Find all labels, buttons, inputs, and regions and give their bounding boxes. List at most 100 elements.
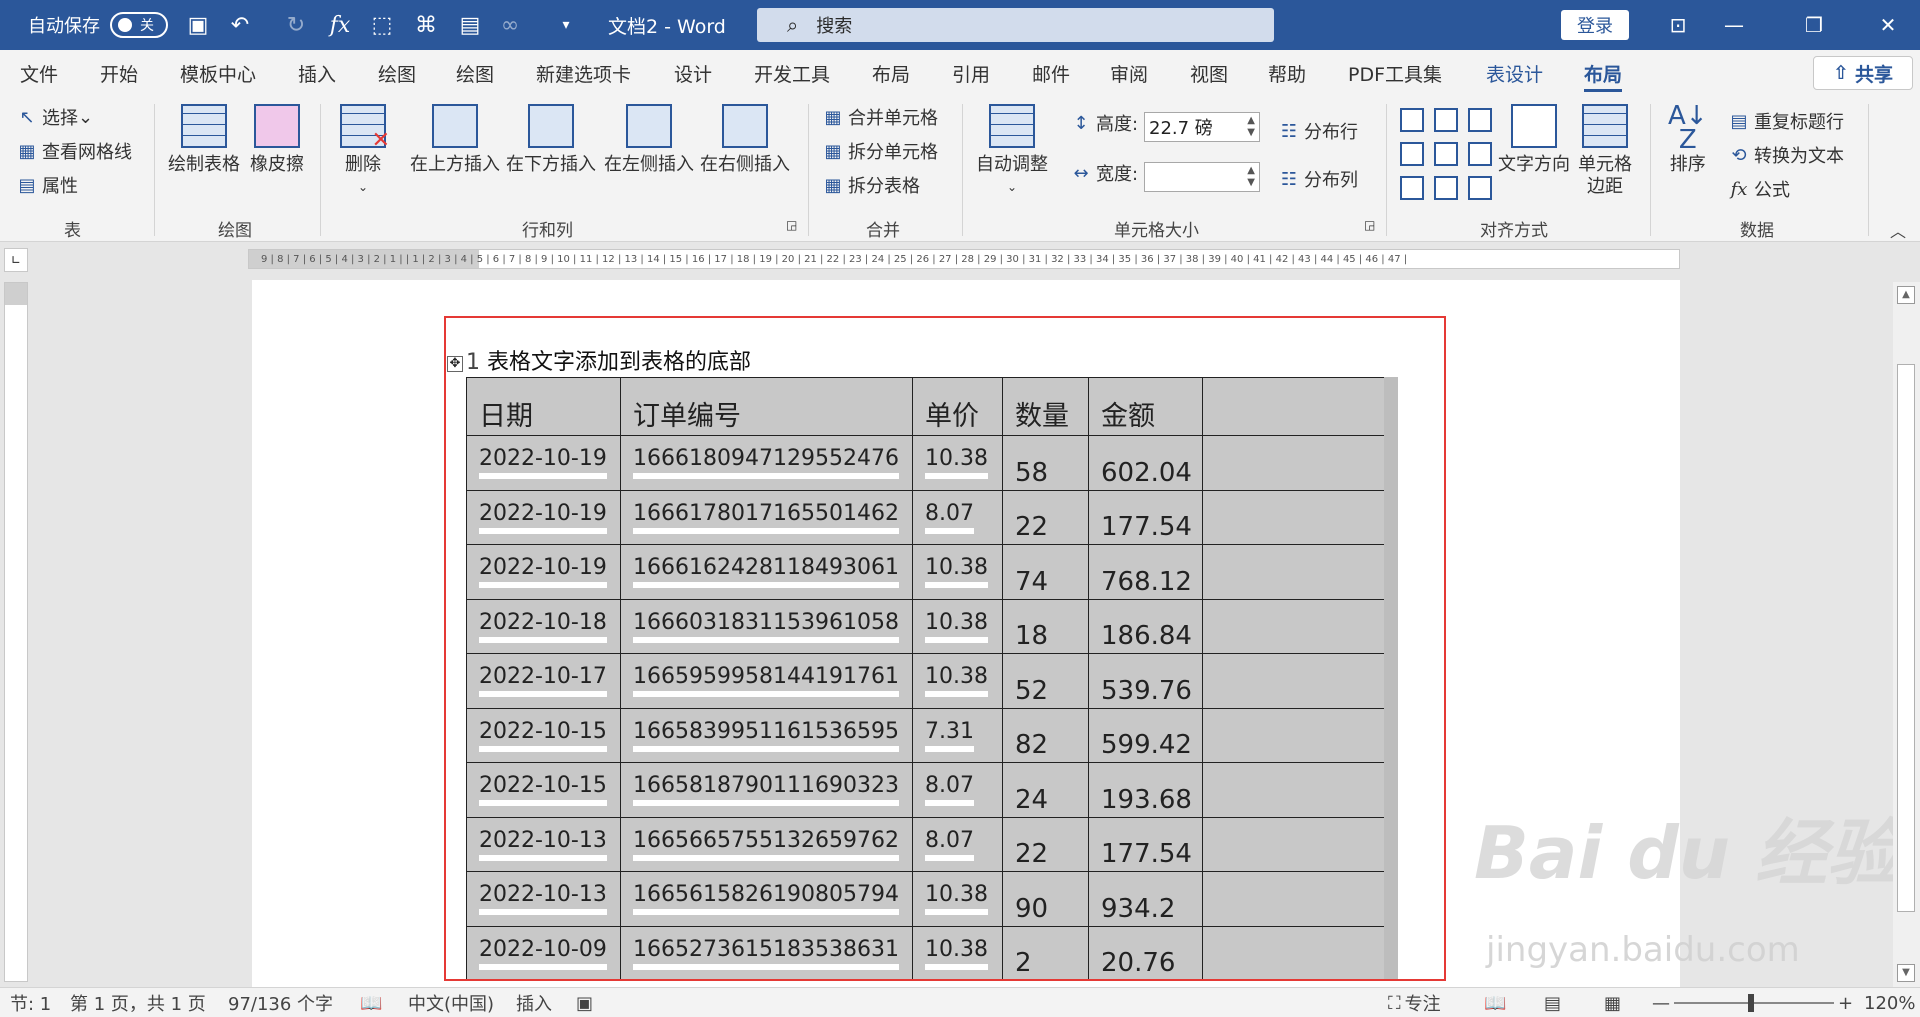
tab-insert[interactable]: 插入 (298, 50, 336, 96)
status-word-count[interactable]: 97/136 个字 (228, 988, 333, 1017)
close-icon[interactable]: ✕ (1858, 0, 1918, 50)
align-top-right-icon[interactable] (1468, 108, 1492, 132)
cell-size-dialog-launcher-icon[interactable]: ◲ (1364, 218, 1375, 232)
width-input[interactable]: ▲ ▼ (1144, 162, 1260, 192)
formula-button[interactable]: fx 公式 (1728, 176, 1790, 202)
restore-icon[interactable]: ❐ (1784, 0, 1844, 50)
proofing-icon[interactable]: 📖 (360, 988, 382, 1017)
formula-icon[interactable]: fx (322, 0, 358, 50)
height-input[interactable]: 22.7 磅 ▲ ▼ (1144, 112, 1260, 142)
convert-text-button[interactable]: ⟲ 转换为文本 (1728, 142, 1844, 168)
search-box[interactable]: ⌕ 搜索 (757, 8, 1274, 42)
print-layout-icon[interactable]: ▤ (1544, 988, 1561, 1017)
select-button[interactable]: ↖ 选择 ⌄ (16, 104, 93, 130)
align-top-left-icon[interactable] (1400, 108, 1424, 132)
tab-draw-1[interactable]: 绘图 (378, 50, 416, 96)
view-gridlines-button[interactable]: ▦ 查看网格线 (16, 138, 132, 164)
align-middle-center-icon[interactable] (1434, 142, 1458, 166)
distribute-rows-button[interactable]: ☷ 分布行 (1278, 118, 1358, 144)
align-bottom-center-icon[interactable] (1434, 176, 1458, 200)
tab-references[interactable]: 引用 (952, 50, 990, 96)
insert-below-button[interactable]: 在下方插入 (506, 104, 596, 176)
tab-developer[interactable]: 开发工具 (754, 50, 830, 96)
share-button[interactable]: ⇧ 共享 (1813, 56, 1913, 90)
focus-button[interactable]: ⛶ 专注 (1388, 988, 1441, 1017)
insert-left-button[interactable]: 在左侧插入 (604, 104, 694, 176)
insert-left-icon (626, 104, 672, 148)
distribute-cols-button[interactable]: ☷ 分布列 (1278, 166, 1358, 192)
merge-cells-button[interactable]: ▦ 合并单元格 (822, 104, 938, 130)
vertical-ruler[interactable] (4, 282, 28, 982)
tab-file[interactable]: 文件 (20, 50, 58, 96)
width-spinner-icon[interactable]: ▲ ▼ (1247, 165, 1255, 189)
scroll-thumb[interactable] (1897, 364, 1915, 912)
hierarchy-icon[interactable]: ⌘ (408, 0, 444, 50)
tab-review[interactable]: 审阅 (1110, 50, 1148, 96)
delete-button[interactable]: ✕ 删除 ⌄ (340, 104, 390, 198)
group-label-cell-size: 单元格大小 (1114, 221, 1199, 241)
insert-above-button[interactable]: 在上方插入 (410, 104, 500, 176)
cell-margins-label-1: 单元格 (1578, 154, 1632, 175)
tab-view[interactable]: 视图 (1190, 50, 1228, 96)
ribbon-display-icon[interactable]: ⊡ (1648, 0, 1708, 50)
rows-cols-dialog-launcher-icon[interactable]: ◲ (786, 218, 797, 232)
tab-layout[interactable]: 布局 (872, 50, 910, 96)
status-language[interactable]: 中文(中国) (408, 988, 494, 1017)
cell-margins-button[interactable]: 单元格 边距 (1578, 104, 1632, 198)
login-button[interactable]: 登录 (1561, 10, 1629, 40)
repeat-header-button[interactable]: ▤ 重复标题行 (1728, 108, 1844, 134)
tab-design[interactable]: 设计 (674, 50, 712, 96)
align-top-center-icon[interactable] (1434, 108, 1458, 132)
zoom-in-icon[interactable]: + (1838, 988, 1853, 1017)
horizontal-ruler[interactable]: 9 | 8 | 7 | 6 | 5 | 4 | 3 | 2 | 1 | | 1 … (248, 249, 1680, 269)
tab-template-center[interactable]: 模板中心 (180, 50, 256, 96)
collapse-ribbon-icon[interactable]: ︿ (1890, 218, 1906, 242)
autofit-button[interactable]: 自动调整 ⌄ (976, 104, 1048, 198)
tab-selector-icon[interactable]: ∟ (4, 248, 28, 272)
link-icon[interactable]: ∞ (492, 0, 528, 50)
minimize-icon[interactable]: — (1704, 0, 1764, 50)
tab-help[interactable]: 帮助 (1268, 50, 1306, 96)
read-mode-icon[interactable]: 📖 (1484, 988, 1506, 1017)
customize-quickaccess-icon[interactable]: ▾ (548, 0, 584, 50)
status-section[interactable]: 节: 1 (10, 988, 51, 1017)
scroll-up-icon[interactable]: ▲ (1897, 286, 1915, 304)
text-direction-button[interactable]: 文字方向 (1498, 104, 1570, 176)
align-bottom-left-icon[interactable] (1400, 176, 1424, 200)
scroll-down-icon[interactable]: ▼ (1897, 964, 1915, 982)
height-spinner-icon[interactable]: ▲ ▼ (1247, 115, 1255, 139)
tab-new-tab[interactable]: 新建选项卡 (536, 50, 631, 96)
redo-icon[interactable]: ↻ (278, 0, 314, 50)
align-middle-right-icon[interactable] (1468, 142, 1492, 166)
zoom-slider-thumb[interactable] (1748, 994, 1754, 1012)
save-icon[interactable]: ▣ (180, 0, 216, 50)
vertical-scrollbar[interactable]: ▲ ▼ (1893, 282, 1920, 987)
status-insert-mode[interactable]: 插入 (516, 988, 552, 1017)
sort-button[interactable]: A↓ Z 排序 (1668, 103, 1708, 176)
split-table-button[interactable]: ▦ 拆分表格 (822, 172, 920, 198)
tab-table-design[interactable]: 表设计 (1486, 50, 1543, 96)
zoom-slider-track[interactable] (1674, 1002, 1834, 1004)
align-middle-left-icon[interactable] (1400, 142, 1424, 166)
eraser-button[interactable]: 橡皮擦 (250, 104, 304, 176)
tab-home[interactable]: 开始 (100, 50, 138, 96)
draw-table-button[interactable]: 绘制表格 (168, 104, 240, 176)
properties-button[interactable]: ▤ 属性 (16, 172, 78, 198)
undo-icon[interactable]: ↶ (222, 0, 258, 50)
chevron-down-icon: ⌄ (357, 180, 369, 194)
select-cursor-icon[interactable]: ⬚ (364, 0, 400, 50)
zoom-out-icon[interactable]: — (1652, 988, 1670, 1017)
tab-table-layout[interactable]: 布局 (1584, 50, 1623, 96)
align-bottom-right-icon[interactable] (1468, 176, 1492, 200)
autosave-toggle[interactable]: 关 (110, 12, 168, 38)
split-cells-button[interactable]: ▦ 拆分单元格 (822, 138, 938, 164)
status-page[interactable]: 第 1 页，共 1 页 (70, 988, 206, 1017)
web-layout-icon[interactable]: ▦ (1604, 988, 1621, 1017)
insert-right-button[interactable]: 在右侧插入 (700, 104, 790, 176)
tab-draw-2[interactable]: 绘图 (456, 50, 494, 96)
status-zoom[interactable]: 120% (1864, 988, 1915, 1017)
document-icon[interactable]: ▤ (452, 0, 488, 50)
tab-pdf-tools[interactable]: PDF工具集 (1348, 50, 1442, 96)
macro-record-icon[interactable]: ▣ (576, 988, 593, 1017)
tab-mailings[interactable]: 邮件 (1032, 50, 1070, 96)
